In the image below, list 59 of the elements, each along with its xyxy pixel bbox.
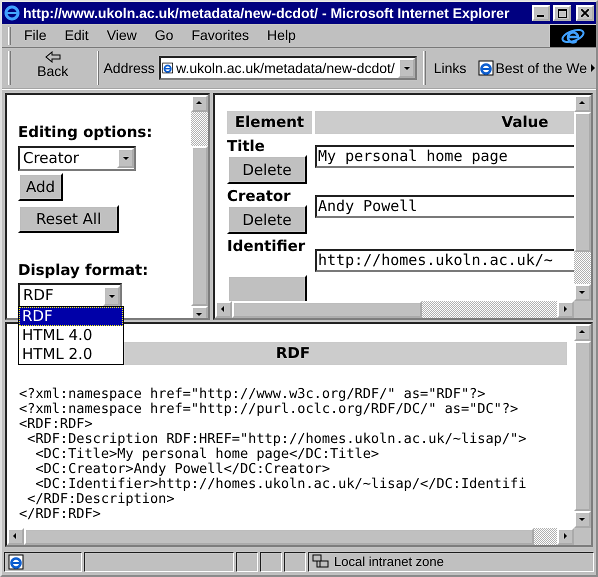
browser-icon — [4, 5, 20, 21]
network-computers-icon — [312, 554, 330, 570]
close-icon — [581, 9, 589, 17]
chevron-icon — [591, 64, 596, 72]
element-name: Title — [227, 137, 266, 155]
scrollbar-corner — [574, 528, 591, 545]
menu-item[interactable]: Help — [258, 25, 305, 46]
column-header: Element — [227, 111, 312, 134]
back-button[interactable]: Back — [14, 49, 91, 87]
links-label: Links — [434, 58, 466, 78]
maximize-icon — [558, 8, 566, 18]
status-panel — [284, 552, 306, 572]
value-field[interactable]: My personal home page — [315, 145, 574, 168]
menu-item[interactable]: Favorites — [182, 25, 258, 46]
dropdown-option[interactable]: HTML 4.0 — [19, 326, 123, 345]
editing-options-select[interactable]: Creator — [18, 146, 136, 170]
element-name: Creator — [227, 187, 292, 205]
vertical-scrollbar[interactable] — [191, 95, 208, 318]
value-field[interactable]: Andy Powell — [315, 195, 574, 218]
dropdown-option[interactable]: HTML 2.0 — [19, 345, 123, 364]
delete-button[interactable] — [227, 275, 307, 301]
zone-label: Local intranet zone — [334, 553, 444, 572]
display-format-select[interactable]: RDF — [18, 283, 122, 308]
links-item[interactable]: Best of the We — [478, 58, 588, 78]
status-panel — [236, 552, 258, 572]
page-icon — [162, 60, 174, 76]
back-arrow-icon — [44, 51, 61, 63]
page-icon — [8, 554, 24, 570]
element-name: Identifier — [227, 237, 306, 255]
column-header: Value — [315, 111, 574, 134]
status-panel — [260, 552, 282, 572]
delete-button[interactable]: Delete — [227, 205, 307, 234]
delete-button[interactable]: Delete — [227, 155, 307, 184]
rdf-code: <?xml:namespace href="http://www.w3c.org/RDF/" as="RDF"?> <?xml:namespace href="http://purl.oclc.org/RDF/DC/" as="DC"?> <RDF:RDF> <RDF:Description RDF:HREF="http://homes.ukoln.ac.uk/~lisap/"> <DC:Title>My personal home page</DC:Title> <DC:Creator>Andy Powell</DC:Creator> <DC:Identifier>http://homes.ukoln.ac.uk/~lisap/</DC:Identifi </RDF:Description> </RDF:RDF> — [19, 387, 528, 522]
menu-item[interactable]: Edit — [56, 25, 98, 46]
menu-item[interactable]: View — [98, 25, 146, 46]
vertical-scrollbar[interactable] — [574, 95, 591, 301]
address-label: Address — [103, 58, 155, 78]
page-icon — [478, 60, 494, 76]
close-button[interactable] — [576, 5, 594, 21]
menu-item[interactable]: Go — [146, 25, 182, 46]
menu-item[interactable]: File — [15, 25, 56, 46]
minimize-button[interactable] — [532, 5, 550, 21]
horizontal-scrollbar[interactable] — [215, 301, 574, 318]
scrollbar-thumb[interactable] — [574, 341, 591, 511]
scrollbar-corner — [574, 301, 591, 318]
window-title: http://www.ukoln.ac.uk/metadata/new-dcdot/ - Microsoft Internet Explorer — [23, 4, 510, 23]
scrollbar-thumb[interactable] — [232, 301, 422, 318]
dropdown-option[interactable]: RDF — [19, 307, 123, 326]
maximize-button[interactable] — [553, 5, 571, 21]
add-button[interactable]: Add — [18, 172, 64, 200]
reset-all-button[interactable]: Reset All — [18, 204, 120, 232]
editing-options-label: Editing options: — [18, 122, 152, 143]
display-format-label: Display format: — [18, 260, 148, 280]
address-field[interactable]: w.ukoln.ac.uk/metadata/new-dcdot/ — [158, 56, 417, 80]
vertical-scrollbar[interactable] — [574, 324, 591, 528]
scrollbar-thumb[interactable] — [574, 112, 591, 252]
value-field[interactable]: http://homes.ukoln.ac.uk/~ — [315, 249, 574, 272]
scrollbar-thumb[interactable] — [191, 146, 208, 306]
